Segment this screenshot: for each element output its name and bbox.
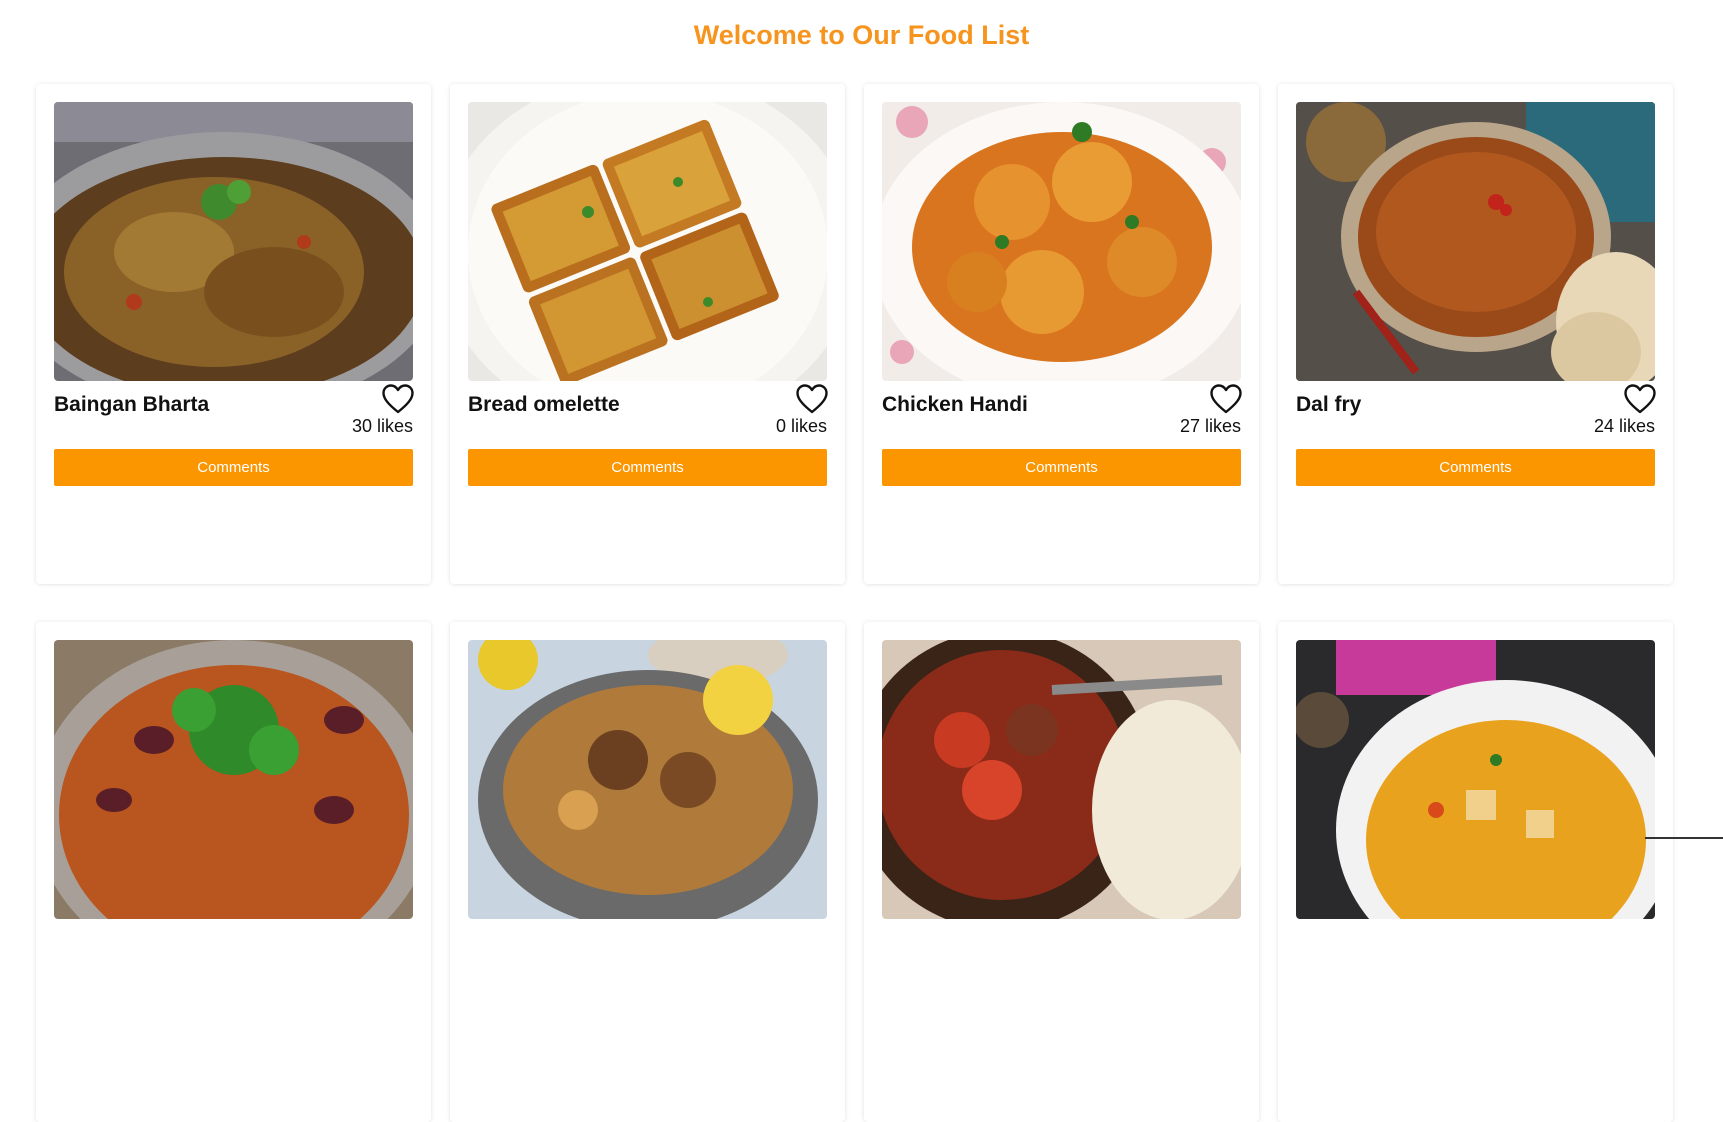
food-name: Baingan Bharta [54, 392, 209, 418]
food-card [1278, 622, 1673, 1122]
food-card: Chicken Handi 27 likes Comments [864, 84, 1259, 584]
likes-count: 27 likes [1180, 415, 1241, 437]
like-button[interactable] [1624, 384, 1656, 414]
food-image [468, 640, 827, 919]
food-image [1296, 102, 1655, 381]
food-image [882, 102, 1241, 381]
likes-count: 30 likes [352, 415, 413, 437]
like-button[interactable] [796, 384, 828, 414]
like-button[interactable] [382, 384, 414, 414]
food-card: Bread omelette 0 likes Comments [450, 84, 845, 584]
food-card [36, 622, 431, 1122]
like-button[interactable] [1210, 384, 1242, 414]
heart-icon [1624, 384, 1656, 414]
food-image [882, 640, 1241, 919]
heart-icon [1210, 384, 1242, 414]
food-image [1296, 640, 1655, 919]
likes-count: 24 likes [1594, 415, 1655, 437]
likes-count: 0 likes [776, 415, 827, 437]
heart-icon [796, 384, 828, 414]
comments-button[interactable]: Comments [468, 449, 827, 486]
food-card [864, 622, 1259, 1122]
comments-button[interactable]: Comments [882, 449, 1241, 486]
food-card [450, 622, 845, 1122]
comments-button[interactable]: Comments [54, 449, 413, 486]
food-image [54, 640, 413, 919]
food-card: Baingan Bharta 30 likes Comments [36, 84, 431, 584]
comments-button[interactable]: Comments [1296, 449, 1655, 486]
food-image [468, 102, 827, 381]
page-title: Welcome to Our Food List [0, 19, 1723, 51]
food-card: Dal fry 24 likes Comments [1278, 84, 1673, 584]
food-image [54, 102, 413, 381]
food-name: Chicken Handi [882, 392, 1028, 418]
heart-icon [382, 384, 414, 414]
food-name: Dal fry [1296, 392, 1361, 418]
food-name: Bread omelette [468, 392, 620, 418]
